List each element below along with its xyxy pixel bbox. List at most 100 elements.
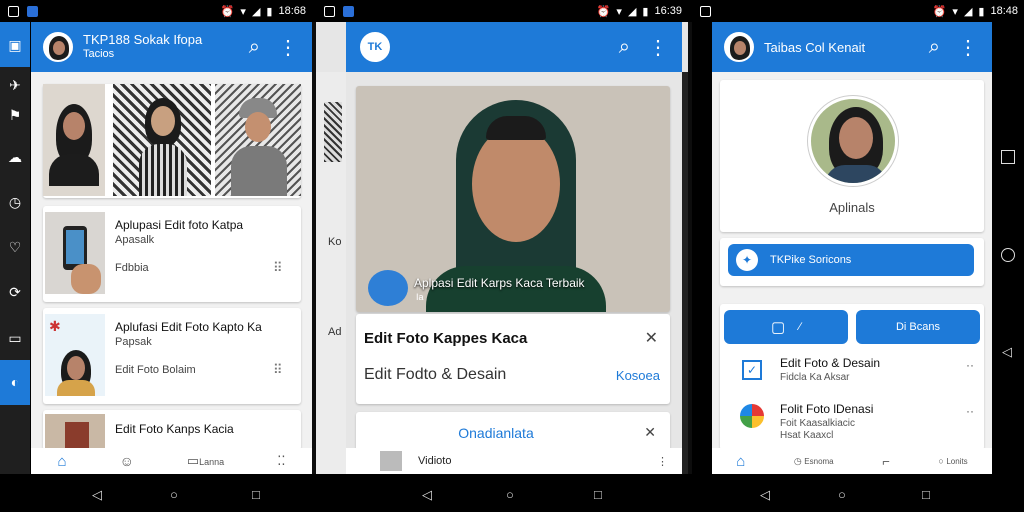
app-bar: TKP188 Sokak Ifopa Tacios ⌕ ⋮ [31,22,312,72]
close-icon[interactable]: ✕ [645,328,658,348]
signal-icon: ◢ [251,5,261,18]
flag-icon[interactable]: ⚑ [7,107,23,123]
system-nav-bar: ◁ ○ □ ◁ ○ □ ◁ ○ □ [0,474,1024,512]
recents-icon[interactable]: □ [922,487,930,502]
back-icon[interactable]: ◁ [760,487,770,503]
bottom-item[interactable]: Vidioto ⋮ [346,448,682,474]
screen-icon[interactable]: ▭ [7,330,23,346]
list-sub: Foit Kaasalkiacic [780,418,856,429]
flight-icon[interactable]: ✈ [7,77,23,93]
banner-card: ✦ TKPike Soricons [720,238,984,286]
grid-dots-icon[interactable]: ⠿ [273,260,284,276]
status-time: 16:39 [654,5,682,17]
photo-grid [43,84,301,198]
more-icon[interactable]: ·· [966,358,974,372]
search-icon[interactable]: ⌕ [249,36,260,59]
avatar[interactable] [724,32,754,62]
refresh-icon[interactable]: ⟳ [7,284,23,300]
avatar[interactable] [43,32,73,62]
tab-left[interactable]: ▢ ∕ [724,310,848,344]
side-rail: ▣ ✈ ⚑ ☁ ◷ ♡ ⟳ ▭ ◐ [0,22,30,474]
heart-icon[interactable]: ♡ [7,239,23,255]
calendar-icon[interactable]: ▣ [7,37,23,53]
notification-icon [700,5,711,17]
search-icon[interactable]: ⌕ [929,36,940,59]
photo-thumb[interactable] [43,84,105,196]
cloud-icon[interactable]: ☁ [7,149,23,165]
recents-icon[interactable] [1001,150,1015,164]
bottom-nav: ⌂ ◷ Esnoma ⌐ ○ Lonits [712,448,992,474]
profile-avatar[interactable] [808,96,898,186]
search-icon[interactable]: ⌕ [619,36,630,59]
clock-icon[interactable]: ◷ [7,194,23,210]
battery-icon: ▮ [642,5,649,18]
list-item[interactable]: Edit Foto Kanps Kacia [43,410,301,450]
alarm-icon: ⏰ [596,5,611,18]
photo-thumb[interactable] [113,84,211,196]
photo-thumb[interactable] [215,84,301,196]
compass-icon[interactable]: ◐ [7,374,23,390]
close-icon[interactable]: ✕ [644,424,656,441]
nav-explore[interactable]: ◷ Esnoma [794,456,834,467]
screen-2: Ko Ad TK ⌕ ⋮ Aplpasi Edit Karps Kaca Ter… [316,22,688,474]
home-button-icon[interactable]: ○ [838,487,846,502]
home-button-icon[interactable] [1001,248,1015,262]
item-subtitle: Apasalk [115,234,155,246]
battery-icon: ▮ [266,5,273,18]
alarm-icon: ⏰ [932,5,947,18]
item-meta: Edit Foto Bolaim [115,364,196,376]
bottom-nav: ⌂ ☺ ▭Lanna ⁚⁚ [31,448,312,474]
app-bar: TK ⌕ ⋮ [346,22,682,72]
logo[interactable]: TK [360,32,390,62]
home-button-icon[interactable]: ○ [170,487,178,502]
recents-icon[interactable]: □ [594,487,602,502]
back-icon[interactable]: ◁ [1002,344,1012,360]
app-title: TKP188 Sokak Ifopa [83,32,203,47]
nav-gallery[interactable]: ▭Lanna [187,453,224,469]
status-bar-3: ⏰ ▾ ◢ ▮ 18:48 [692,0,1024,22]
clock-icon: ◷ [793,455,802,466]
badge-icon [368,270,408,306]
card-link[interactable]: Kosoea [616,368,660,383]
hero-image[interactable]: Aplpasi Edit Karps Kaca Terbaik Ia [356,86,670,312]
screen-3: Taibas Col Kenait ⌕ ⋮ Aplinals ✦ TKPike … [712,22,992,474]
item-thumbnail: ✱ [45,314,105,396]
status-time: 18:48 [990,5,1018,17]
home-icon[interactable]: ⌂ [736,453,745,470]
home-button-icon[interactable]: ○ [506,487,514,502]
recents-icon[interactable]: □ [252,487,260,502]
back-icon[interactable]: ◁ [422,487,432,503]
more-icon[interactable]: ⋮ [958,35,978,60]
status-bar-1: ⏰ ▾ ◢ ▮ 18:68 [0,0,312,22]
profile-card: Aplinals [720,80,984,232]
banner-button[interactable]: ✦ TKPike Soricons [728,244,974,276]
list-item[interactable]: Aplupasi Edit foto Katpa Apasalk Fdbbia … [43,206,301,302]
gallery-icon: ▭ [186,453,200,468]
card-title: Edit Foto Kappes Kaca [364,330,528,347]
grid-dots-icon[interactable]: ⠿ [273,362,284,378]
home-icon[interactable]: ⌂ [58,453,67,470]
nav-profile[interactable]: ○ Lonits [938,456,967,466]
list-title[interactable]: Edit Foto & Desain [780,356,880,370]
notification-icon [8,5,19,17]
app-icon [740,404,764,428]
back-icon[interactable]: ◁ [92,487,102,503]
people-icon[interactable]: ⁚⁚ [277,453,285,469]
tab-right[interactable]: Di Bcans [856,310,980,344]
more-icon[interactable]: ⋮ [657,455,668,468]
nav-profile-label: Lonits [946,457,968,466]
peek-text: Ko [328,236,342,248]
notification-icon [324,5,335,17]
palette-icon[interactable]: ☺ [120,453,134,469]
more-icon[interactable]: ·· [966,404,974,418]
list-sub: Hsat Kaaxcl [780,430,834,441]
chat-icon: ▢ [770,319,786,336]
more-icon[interactable]: ⋮ [648,35,668,60]
crop-icon[interactable]: ⌐ [882,454,890,469]
list-item[interactable]: ✱ Aplufasi Edit Foto Kapto Ka Papsak Edi… [43,308,301,404]
hero-caption: Aplpasi Edit Karps Kaca Terbaik [414,276,585,290]
list-title[interactable]: Folit Foto lDenasi [780,402,873,416]
more-icon[interactable]: ⋮ [278,35,298,60]
item-meta: Fdbbia [115,262,149,274]
list-sub: Fidcla Ka Aksar [780,372,850,383]
